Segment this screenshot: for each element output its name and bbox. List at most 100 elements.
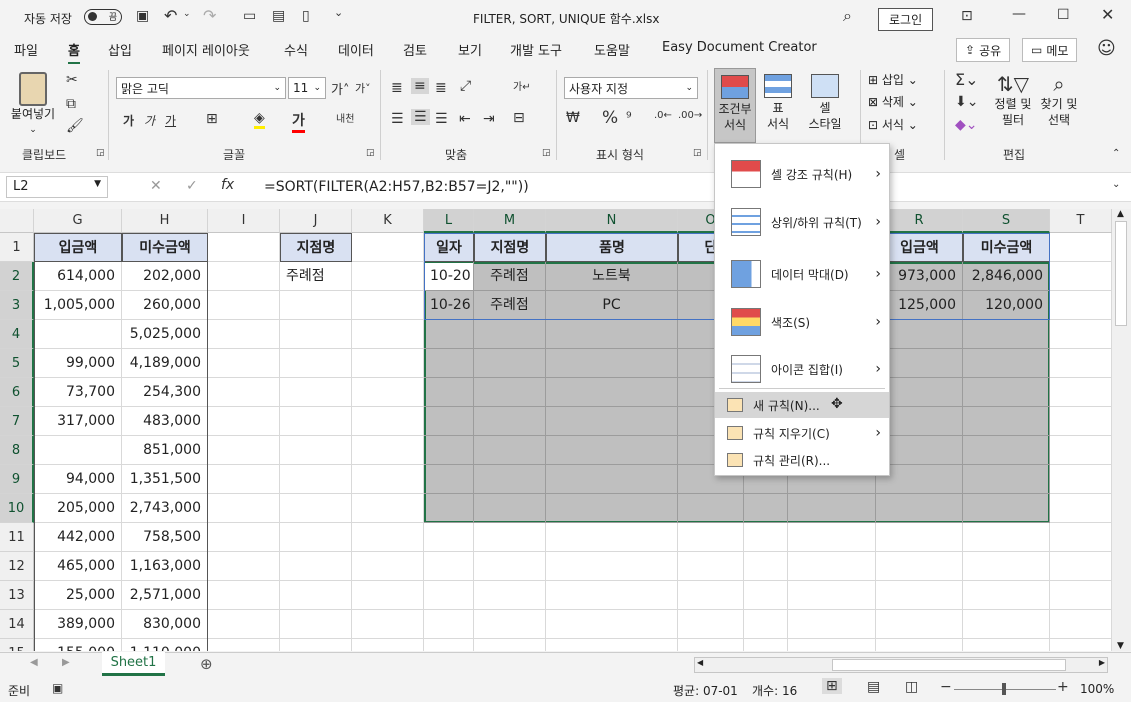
cell[interactable] xyxy=(546,494,678,523)
zoom-in-icon[interactable]: + xyxy=(1057,679,1069,695)
cell[interactable]: 465,000 xyxy=(34,552,122,581)
cell[interactable] xyxy=(678,581,744,610)
cell[interactable] xyxy=(546,407,678,436)
cell[interactable] xyxy=(876,494,963,523)
cell[interactable]: 851,000 xyxy=(122,436,208,465)
cell[interactable] xyxy=(352,523,424,552)
cf-small-item-0[interactable]: 새 규칙(N)... xyxy=(715,392,889,418)
cell[interactable] xyxy=(208,233,280,262)
cell[interactable] xyxy=(1050,552,1112,581)
row-header[interactable]: 14 xyxy=(0,610,34,639)
cell[interactable] xyxy=(280,465,352,494)
cell[interactable] xyxy=(1050,262,1112,291)
cell[interactable] xyxy=(1050,610,1112,639)
cell[interactable] xyxy=(208,552,280,581)
tab-1[interactable]: 홈 xyxy=(68,40,80,65)
fill-icon[interactable]: ⬇⌄ xyxy=(955,94,978,110)
cell[interactable] xyxy=(424,581,474,610)
tab-9[interactable]: 도움말 xyxy=(594,40,630,59)
increase-decimal-icon[interactable]: .0← xyxy=(654,110,672,121)
row-header[interactable]: 8 xyxy=(0,436,34,465)
cell[interactable] xyxy=(474,523,546,552)
align-center-icon[interactable]: ☰ xyxy=(411,109,430,125)
cell[interactable] xyxy=(678,639,744,651)
cell[interactable] xyxy=(474,407,546,436)
italic-button[interactable]: 가 xyxy=(144,112,155,129)
column-header[interactable]: N xyxy=(546,209,678,233)
wrap-text-icon[interactable]: 가↵ xyxy=(513,78,531,93)
column-header[interactable]: S xyxy=(963,209,1050,233)
tab-2[interactable]: 삽입 xyxy=(108,40,132,59)
cell[interactable] xyxy=(546,378,678,407)
cell[interactable] xyxy=(788,639,876,651)
cell[interactable]: 99,000 xyxy=(34,349,122,378)
cell[interactable] xyxy=(280,407,352,436)
tab-0[interactable]: 파일 xyxy=(14,40,38,59)
cell[interactable] xyxy=(474,436,546,465)
undo-icon[interactable]: ↶ xyxy=(164,6,177,25)
format-as-table-button[interactable]: 표 서식 xyxy=(758,72,798,132)
cell[interactable]: 2,743,000 xyxy=(122,494,208,523)
phonetic-icon[interactable]: 내천 xyxy=(336,110,354,125)
enter-icon[interactable]: ✓ xyxy=(186,178,198,194)
cell[interactable] xyxy=(876,639,963,651)
tab-8[interactable]: 개발 도구 xyxy=(510,40,562,59)
cell[interactable] xyxy=(788,610,876,639)
cell[interactable]: 317,000 xyxy=(34,407,122,436)
zoom-out-icon[interactable]: − xyxy=(940,679,952,695)
cf-menu-item-4[interactable]: 아이콘 집합(I) › xyxy=(715,349,889,389)
zoom-slider-handle[interactable] xyxy=(1002,683,1006,695)
cell[interactable] xyxy=(963,523,1050,552)
cell[interactable]: 205,000 xyxy=(34,494,122,523)
align-right-icon[interactable]: ☰ xyxy=(435,111,448,127)
cell[interactable] xyxy=(280,436,352,465)
cell[interactable] xyxy=(208,349,280,378)
cell[interactable]: 25,000 xyxy=(34,581,122,610)
cell[interactable]: 389,000 xyxy=(34,610,122,639)
cell[interactable] xyxy=(474,639,546,651)
cell[interactable] xyxy=(876,581,963,610)
conditional-format-button[interactable]: 조건부 서식 xyxy=(714,68,756,143)
row-header[interactable]: 5 xyxy=(0,349,34,378)
align-launcher-icon[interactable]: ◲ xyxy=(542,148,551,158)
cell[interactable] xyxy=(352,407,424,436)
tab-5[interactable]: 데이터 xyxy=(338,40,374,59)
cell[interactable] xyxy=(1050,233,1112,262)
normal-view-icon[interactable]: ⊞ xyxy=(822,678,842,694)
cell[interactable] xyxy=(352,552,424,581)
cell[interactable] xyxy=(474,320,546,349)
minimize-icon[interactable]: — xyxy=(1012,6,1026,22)
column-header[interactable]: H xyxy=(122,209,208,233)
expand-formula-icon[interactable]: ⌄ xyxy=(1112,179,1120,190)
cell[interactable] xyxy=(963,407,1050,436)
cell-styles-button[interactable]: 셀 스타일 xyxy=(800,72,850,132)
cell[interactable] xyxy=(963,494,1050,523)
cell[interactable] xyxy=(1050,320,1112,349)
cell[interactable] xyxy=(876,552,963,581)
cell[interactable] xyxy=(963,349,1050,378)
cell[interactable]: 202,000 xyxy=(122,262,208,291)
new-doc-icon[interactable]: ▭ xyxy=(243,8,256,24)
cell[interactable] xyxy=(424,349,474,378)
underline-button[interactable]: 가 xyxy=(165,112,176,129)
cell[interactable] xyxy=(424,407,474,436)
column-header[interactable]: J xyxy=(280,209,352,233)
cell[interactable] xyxy=(208,523,280,552)
cell[interactable] xyxy=(208,407,280,436)
comma-style-icon[interactable]: ⁹ xyxy=(626,110,632,126)
cell[interactable] xyxy=(1050,407,1112,436)
cell[interactable] xyxy=(352,465,424,494)
row-header[interactable]: 4 xyxy=(0,320,34,349)
cell[interactable] xyxy=(546,581,678,610)
cell[interactable] xyxy=(546,523,678,552)
cell[interactable] xyxy=(963,436,1050,465)
sort-filter-button[interactable]: ⇅▽ 정렬 및 필터 xyxy=(990,72,1036,128)
cf-menu-item-1[interactable]: 상위/하위 규칙(T) › xyxy=(715,202,889,242)
cell[interactable] xyxy=(352,349,424,378)
cell[interactable] xyxy=(352,378,424,407)
cell[interactable] xyxy=(280,291,352,320)
cell[interactable]: 73,700 xyxy=(34,378,122,407)
font-color-icon[interactable]: 가 xyxy=(292,110,305,133)
cell[interactable]: 830,000 xyxy=(122,610,208,639)
cell[interactable] xyxy=(280,320,352,349)
